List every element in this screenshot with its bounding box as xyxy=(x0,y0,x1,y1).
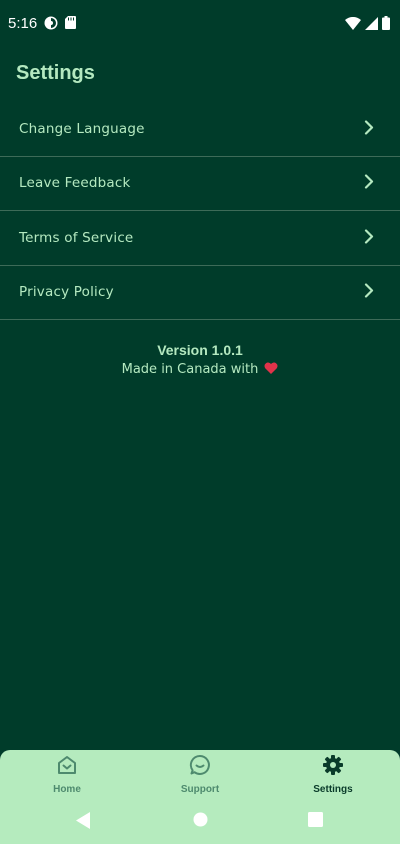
system-navigation-bar xyxy=(0,806,400,836)
chevron-right-icon xyxy=(364,174,374,193)
settings-item-label: Privacy Policy xyxy=(19,284,114,301)
made-in-line: Made in Canada with xyxy=(122,362,279,378)
cell-signal-icon xyxy=(365,16,378,30)
nav-label-home: Home xyxy=(53,784,81,795)
made-in-text: Made in Canada with xyxy=(121,362,259,377)
page-title: Settings xyxy=(16,62,95,84)
heart-icon xyxy=(264,362,278,378)
settings-item-change-language[interactable]: Change Language xyxy=(0,102,400,157)
status-icons-left xyxy=(44,16,76,30)
chevron-right-icon xyxy=(364,228,374,247)
app-info: Version 1.0.1 Made in Canada with xyxy=(0,342,400,378)
nav-item-settings[interactable]: Settings xyxy=(293,754,373,800)
nav-label-support: Support xyxy=(180,784,220,795)
gear-icon xyxy=(322,754,344,780)
settings-item-label: Change Language xyxy=(19,120,145,137)
settings-item-leave-feedback[interactable]: Leave Feedback xyxy=(0,157,400,211)
battery-icon xyxy=(382,16,390,30)
sync-status-icon xyxy=(44,16,58,30)
status-time: 5:16 xyxy=(8,15,38,32)
nav-item-home[interactable]: Home xyxy=(27,754,107,800)
settings-item-terms-of-service[interactable]: Terms of Service xyxy=(0,211,400,266)
recent-apps-icon[interactable] xyxy=(308,812,323,831)
settings-item-label: Leave Feedback xyxy=(19,175,131,192)
version-text: Version 1.0.1 xyxy=(157,342,243,358)
chevron-right-icon xyxy=(364,119,374,138)
bottom-navigation-container: Home Support Settings xyxy=(0,750,400,844)
settings-item-label: Terms of Service xyxy=(19,229,134,246)
home-circle-icon[interactable] xyxy=(193,812,208,831)
chevron-right-icon xyxy=(364,283,374,302)
wifi-icon xyxy=(345,16,361,30)
settings-item-privacy-policy[interactable]: Privacy Policy xyxy=(0,266,400,320)
chat-icon xyxy=(189,754,211,780)
back-icon[interactable] xyxy=(76,812,91,833)
status-icons-right xyxy=(345,16,390,30)
settings-list: Change Language Leave Feedback Terms of … xyxy=(0,102,400,320)
home-icon xyxy=(56,754,78,780)
bottom-nav-bar: Home Support Settings xyxy=(0,750,400,800)
nav-label-settings: Settings xyxy=(313,784,353,795)
sd-card-icon xyxy=(65,16,76,30)
status-bar: 5:16 xyxy=(0,0,400,48)
nav-item-support[interactable]: Support xyxy=(160,754,240,800)
